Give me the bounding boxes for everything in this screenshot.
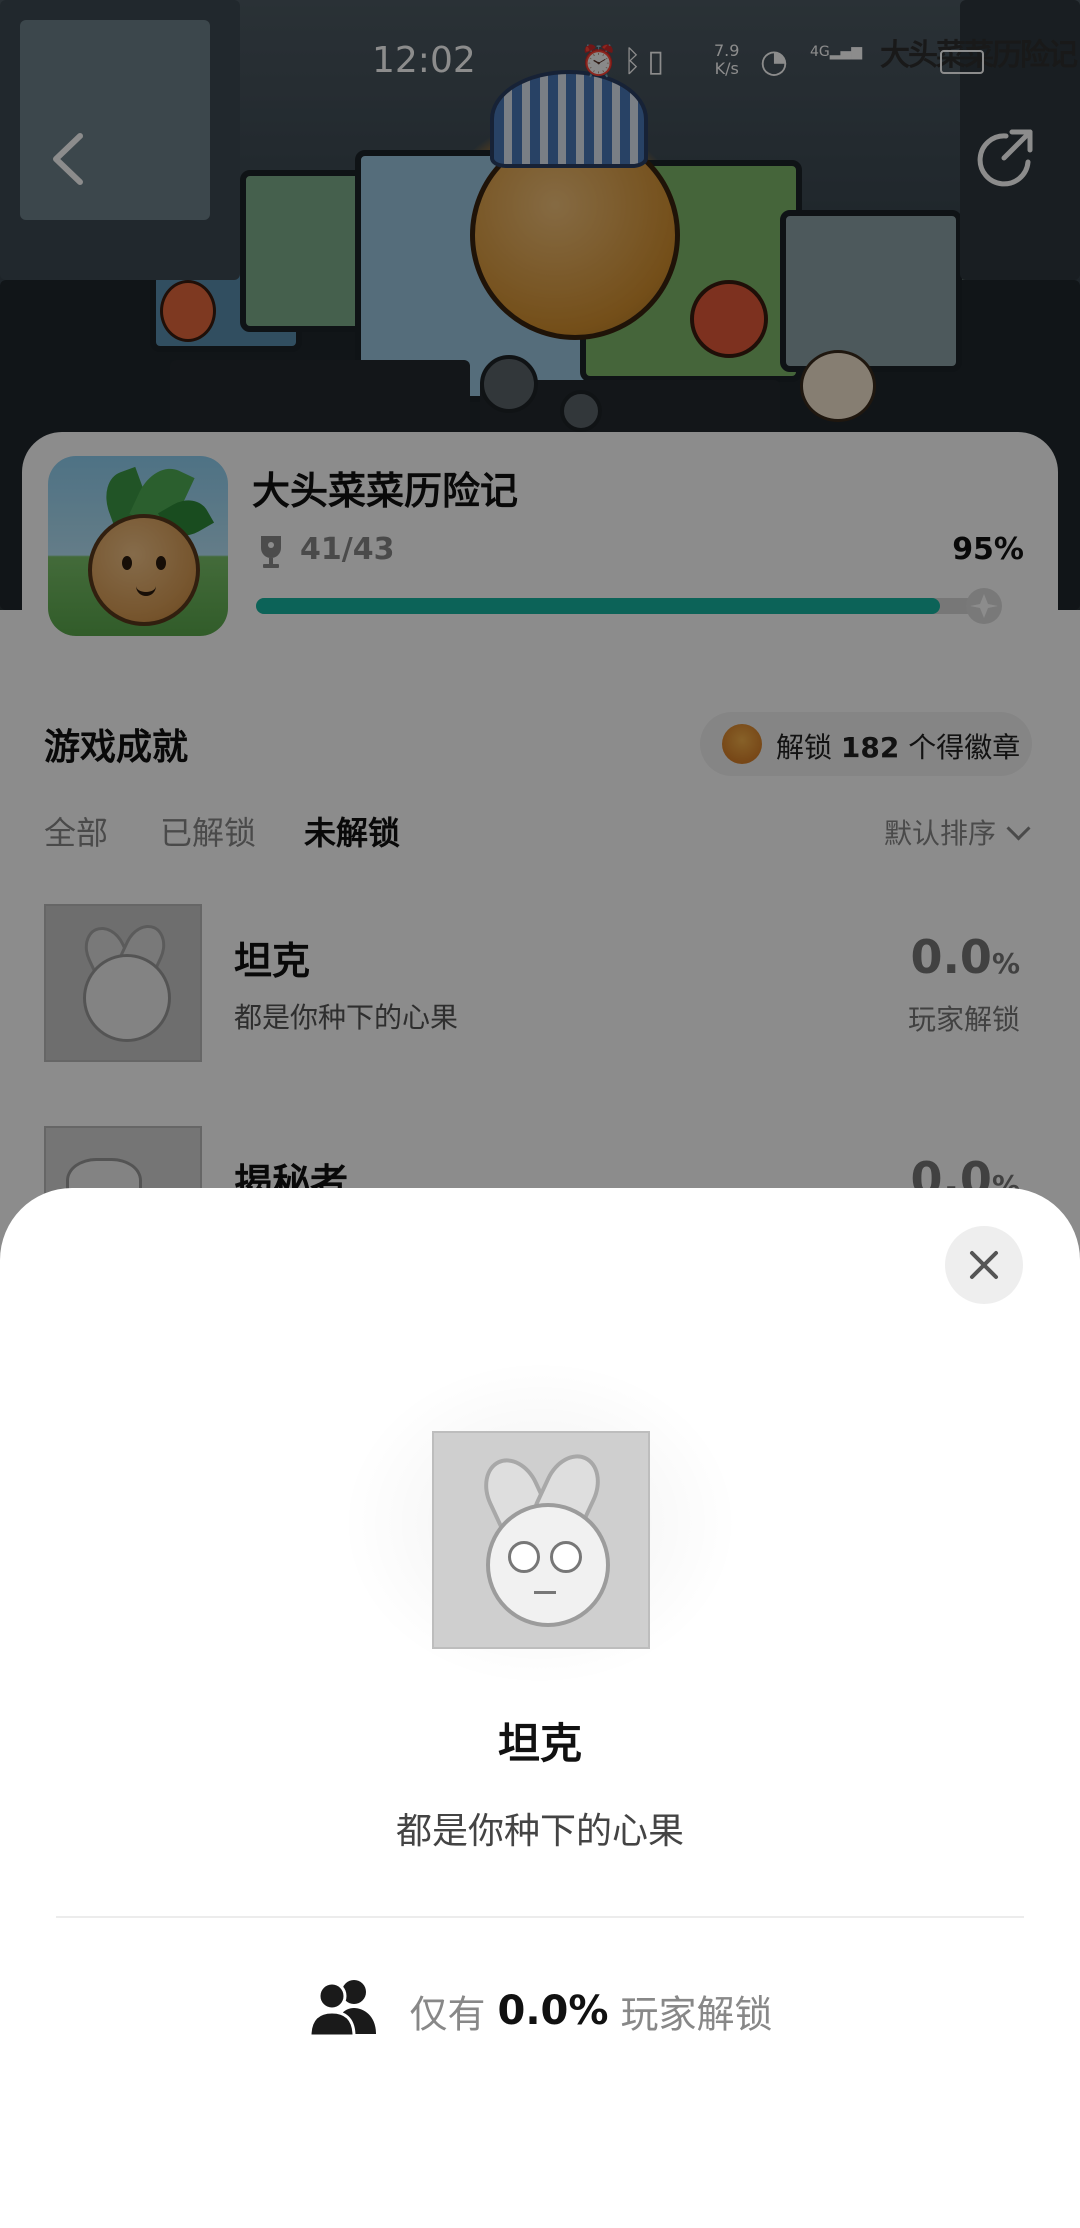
sheet-description: 都是你种下的心果 xyxy=(395,1811,684,1852)
achievement-detail-thumbnail xyxy=(432,1431,650,1649)
unlock-value: 0.0% xyxy=(497,1988,609,2034)
close-button[interactable] xyxy=(945,1226,1023,1304)
divider xyxy=(56,1916,1024,1918)
users-icon xyxy=(308,1980,376,2038)
achievement-detail-sheet: 坦克 都是你种下的心果 仅有 0.0% 玩家解锁 xyxy=(0,1188,1080,2228)
sheet-title: 坦克 xyxy=(497,1719,582,1768)
unlock-prefix: 仅有 xyxy=(409,1992,486,2037)
unlock-suffix: 玩家解锁 xyxy=(620,1992,773,2037)
unlock-stats: 仅有 0.0% 玩家解锁 xyxy=(0,1980,1080,2050)
